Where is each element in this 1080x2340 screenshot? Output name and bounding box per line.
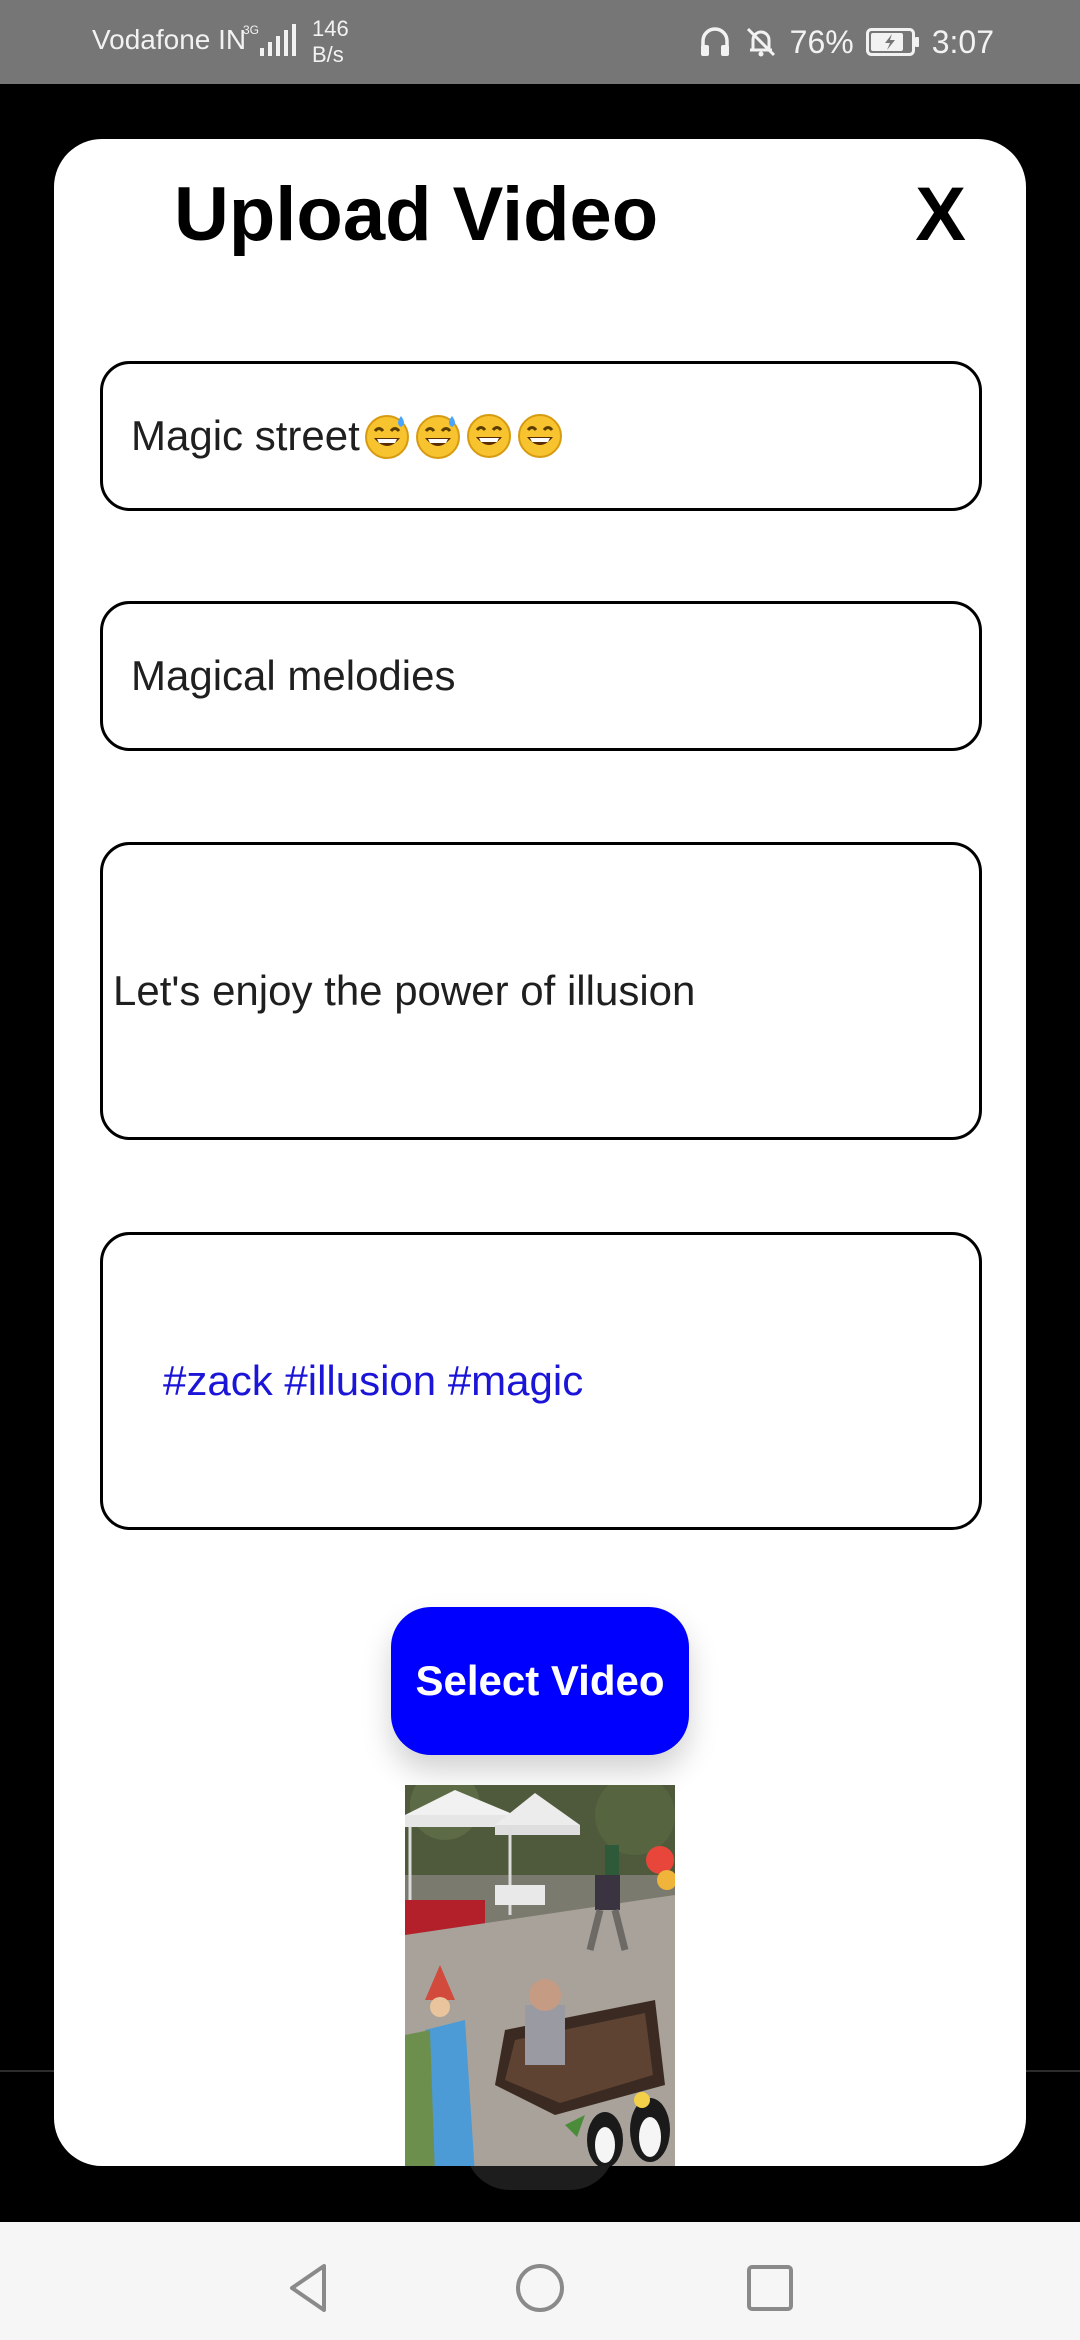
clock: 3:07: [931, 23, 994, 60]
video-tags-field[interactable]: #zack #illusion #magic: [100, 1232, 982, 1530]
carrier-name: Vodafone IN: [92, 24, 247, 55]
select-video-button[interactable]: Select Video: [391, 1607, 689, 1755]
grinning-emoji: [466, 414, 511, 458]
status-bar: Vodafone IN 3G 146 B/s 76% 3:07: [0, 0, 1080, 84]
video-description-text: Let's enjoy the power of illusion: [113, 967, 696, 1014]
dialog-title: Upload Video: [174, 172, 659, 257]
back-icon[interactable]: [280, 2260, 336, 2316]
video-genre-text: Magical melodies: [131, 652, 456, 699]
network-type: 3G: [243, 23, 260, 37]
battery-charging-icon: [865, 28, 919, 56]
navigation-bar: [0, 2222, 1080, 2340]
battery-percent: 76%: [789, 23, 854, 60]
video-tags-text: #zack #illusion #magic: [163, 1357, 584, 1404]
video-title-field[interactable]: Magic street: [100, 361, 982, 511]
headphones-icon: [700, 27, 729, 56]
upload-dialog: Upload Video X Magic street Magical melo…: [54, 139, 1026, 2166]
grinning-sweat-emoji: [364, 415, 409, 459]
close-button[interactable]: X: [915, 169, 966, 260]
video-genre-field[interactable]: Magical melodies: [100, 601, 982, 751]
recents-icon[interactable]: [742, 2260, 798, 2316]
grinning-sweat-emoji: [415, 415, 460, 459]
network-speed-value: 146: [312, 16, 349, 41]
grinning-emoji: [517, 414, 562, 458]
network-speed-unit: B/s: [312, 42, 344, 67]
video-description-field[interactable]: Let's enjoy the power of illusion: [100, 842, 982, 1140]
video-thumbnail[interactable]: [405, 1785, 675, 2166]
video-title-text: Magic street: [131, 412, 360, 459]
network-speed: 146 B/s: [312, 16, 349, 68]
signal-icon: [260, 24, 296, 56]
bell-off-icon: [746, 27, 775, 57]
home-icon[interactable]: [512, 2260, 568, 2316]
